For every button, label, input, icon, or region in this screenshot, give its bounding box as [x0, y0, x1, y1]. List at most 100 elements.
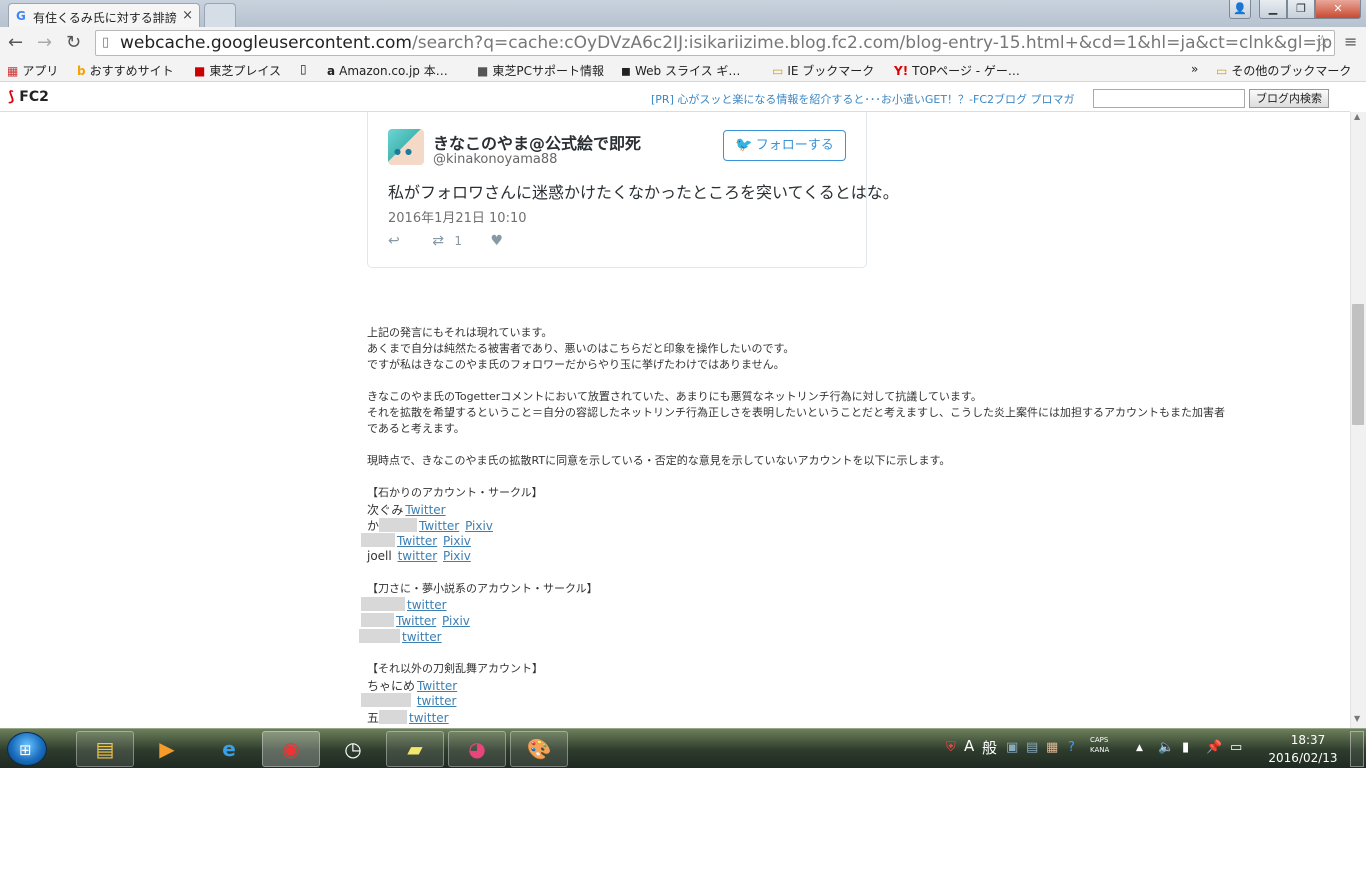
- reply-icon[interactable]: ↩: [388, 233, 400, 249]
- google-icon: G: [16, 9, 26, 23]
- forward-arrow-icon[interactable]: →: [37, 32, 52, 53]
- bookmark-yahoo[interactable]: Y! TOPページ - ゲー…: [894, 62, 1020, 79]
- twitter-link[interactable]: twitter: [417, 694, 457, 708]
- chrome-icon: ◉: [282, 737, 300, 761]
- close-window-button[interactable]: ✕: [1315, 0, 1361, 19]
- tab-close-icon[interactable]: ×: [182, 8, 193, 23]
- list-item: twitter: [359, 629, 442, 644]
- tray-expand-icon[interactable]: ▲: [1136, 743, 1143, 753]
- tweet-date[interactable]: 2016年1月21日 10:10: [388, 207, 527, 226]
- avatar[interactable]: ●●: [388, 129, 424, 165]
- article-paragraph-3: 現時点で、きなこのやま氏の拡散RTに同意を示している・否定的な意見を示していない…: [367, 454, 951, 467]
- browser-titlebar: G 有住くるみ氏に対する誹謗 × 👤 ▁ ❐ ✕: [0, 0, 1366, 27]
- explorer-taskbar-button[interactable]: ▤: [76, 731, 134, 767]
- fc2-logo[interactable]: ⟆ FC2: [8, 89, 49, 105]
- twitter-link[interactable]: twitter: [398, 549, 438, 563]
- bookmarks-more[interactable]: »: [1191, 62, 1198, 76]
- ime-mode-kanji[interactable]: 般: [982, 737, 997, 758]
- bookmark-star-icon[interactable]: ☆: [1315, 32, 1330, 52]
- screen: G 有住くるみ氏に対する誹謗 × 👤 ▁ ❐ ✕ ← → ↻ ▯ webcach…: [0, 0, 1366, 768]
- yahoo-icon: Y!: [894, 64, 909, 78]
- twitter-link[interactable]: Twitter: [419, 519, 459, 533]
- address-bar[interactable]: ▯ webcache.googleusercontent.com/search?…: [95, 30, 1335, 56]
- blog-search-button[interactable]: ブログ内検索: [1249, 89, 1329, 108]
- ime-pad-icon[interactable]: ▦: [1046, 740, 1058, 755]
- ie-taskbar-button[interactable]: e: [200, 731, 258, 767]
- chrome-taskbar-button[interactable]: ◉: [262, 731, 320, 767]
- pixiv-link[interactable]: Pixiv: [443, 534, 471, 548]
- bookmark-toshiba-support[interactable]: ■ 東芝PCサポート情報: [477, 62, 604, 79]
- list-item: 次ぐみ Twitter: [367, 503, 446, 517]
- twitter-link[interactable]: twitter: [409, 711, 449, 725]
- start-button[interactable]: ⊞: [7, 732, 47, 766]
- twitter-link[interactable]: twitter: [402, 630, 442, 644]
- pin-icon[interactable]: 📌: [1206, 740, 1222, 755]
- bookmark-amazon[interactable]: a Amazon.co.jp 本…: [327, 62, 448, 79]
- url-host: webcache.googleusercontent.com: [120, 33, 412, 53]
- retweet-count: 1: [454, 234, 463, 248]
- media-taskbar-button[interactable]: ▶: [138, 731, 196, 767]
- twitter-link[interactable]: Twitter: [417, 679, 457, 693]
- bookmark-toshiba-place[interactable]: ■ 東芝プレイス: [194, 62, 281, 79]
- tweet-author-name[interactable]: きなこのやま@公式絵で即死: [433, 130, 641, 154]
- show-desktop-button[interactable]: [1350, 731, 1364, 767]
- network-icon[interactable]: ▭: [1230, 740, 1242, 755]
- retweet-icon[interactable]: ⇄: [432, 233, 444, 249]
- bookmark-apps[interactable]: ▦ アプリ: [7, 62, 58, 79]
- text-line: であると考えます。: [367, 422, 465, 435]
- bookmark-ie-folder[interactable]: ▭ IE ブックマーク: [772, 62, 874, 79]
- clock-icon: ◷: [344, 737, 362, 761]
- follow-button[interactable]: 🐦 フォローする: [723, 130, 846, 161]
- tweet-actions: ↩ ⇄ 1 ♥: [388, 233, 503, 249]
- ime-mode-a[interactable]: A: [964, 737, 974, 755]
- twitter-link[interactable]: Twitter: [405, 503, 445, 517]
- scroll-up-arrow-icon[interactable]: ▲: [1354, 112, 1360, 121]
- folder-icon: ▭: [772, 64, 784, 78]
- webslice-icon: ◼: [621, 64, 631, 78]
- volume-icon[interactable]: 🔈: [1158, 740, 1174, 755]
- security-icon[interactable]: ⛨: [946, 740, 956, 755]
- tab-active[interactable]: G 有住くるみ氏に対する誹謗 ×: [8, 3, 200, 27]
- tweet-author-handle[interactable]: @kinakonoyama88: [433, 152, 557, 167]
- battery-icon[interactable]: ▮: [1182, 740, 1189, 755]
- user-icon[interactable]: 👤: [1229, 0, 1251, 19]
- ime-tool-icon[interactable]: ▣: [1006, 740, 1018, 755]
- twitter-bird-icon: 🐦: [735, 137, 753, 153]
- clock-app-taskbar-button[interactable]: ◷: [324, 731, 382, 767]
- blog-search-input[interactable]: [1093, 89, 1245, 108]
- minimize-button[interactable]: ▁: [1259, 0, 1287, 19]
- scroll-down-arrow-icon[interactable]: ▼: [1354, 714, 1360, 723]
- sticky-notes-taskbar-button[interactable]: ▰: [386, 731, 444, 767]
- bookmark-other[interactable]: ▭ その他のブックマーク: [1216, 62, 1351, 79]
- back-arrow-icon[interactable]: ←: [8, 32, 23, 53]
- menu-icon[interactable]: ≡: [1344, 32, 1357, 51]
- twitter-link[interactable]: Twitter: [397, 534, 437, 548]
- pixiv-link[interactable]: Pixiv: [465, 519, 493, 533]
- fc2-pr-link[interactable]: [PR] 心がスッと楽になる情報を紹介すると･･･お小遣いGET！？-FC2ブロ…: [651, 91, 1075, 107]
- list-item: joell twitter Pixiv: [367, 549, 471, 563]
- paint-taskbar-button[interactable]: 🎨: [510, 731, 568, 767]
- scrollbar-thumb[interactable]: [1352, 304, 1364, 425]
- like-icon[interactable]: ♥: [490, 233, 503, 249]
- bookmark-web-slice[interactable]: ◼ Web スライス ギ…: [621, 62, 740, 79]
- pixiv-link[interactable]: Pixiv: [442, 614, 470, 628]
- twitter-link[interactable]: Twitter: [396, 614, 436, 628]
- reload-icon[interactable]: ↻: [66, 32, 81, 53]
- maximize-button[interactable]: ❐: [1287, 0, 1315, 19]
- embedded-tweet: ●● きなこのやま@公式絵で即死 @kinakonoyama88 🐦 フォローする…: [367, 112, 899, 268]
- twitter-link[interactable]: twitter: [407, 598, 447, 612]
- text-line: きなこのやま氏のTogetterコメントにおいて放置されていた、あまりにも悪質な…: [367, 390, 982, 403]
- bookmark-recommended[interactable]: b おすすめサイト: [77, 62, 174, 79]
- toshiba-icon: ■: [477, 64, 489, 78]
- new-tab-button[interactable]: [204, 3, 236, 27]
- toshiba-icon: ■: [194, 64, 206, 78]
- ime-dictionary-icon[interactable]: ▤: [1026, 740, 1038, 755]
- help-icon[interactable]: ?: [1068, 740, 1075, 755]
- clock-time[interactable]: 18:37: [1278, 733, 1338, 747]
- bookmark-page[interactable]: ▯: [300, 62, 311, 76]
- color-app-taskbar-button[interactable]: ◕: [448, 731, 506, 767]
- windows-logo-icon: ⊞: [19, 741, 32, 759]
- list-item: か Twitter Pixiv: [367, 518, 493, 533]
- clock-date[interactable]: 2016/02/13: [1263, 751, 1343, 765]
- pixiv-link[interactable]: Pixiv: [443, 549, 471, 563]
